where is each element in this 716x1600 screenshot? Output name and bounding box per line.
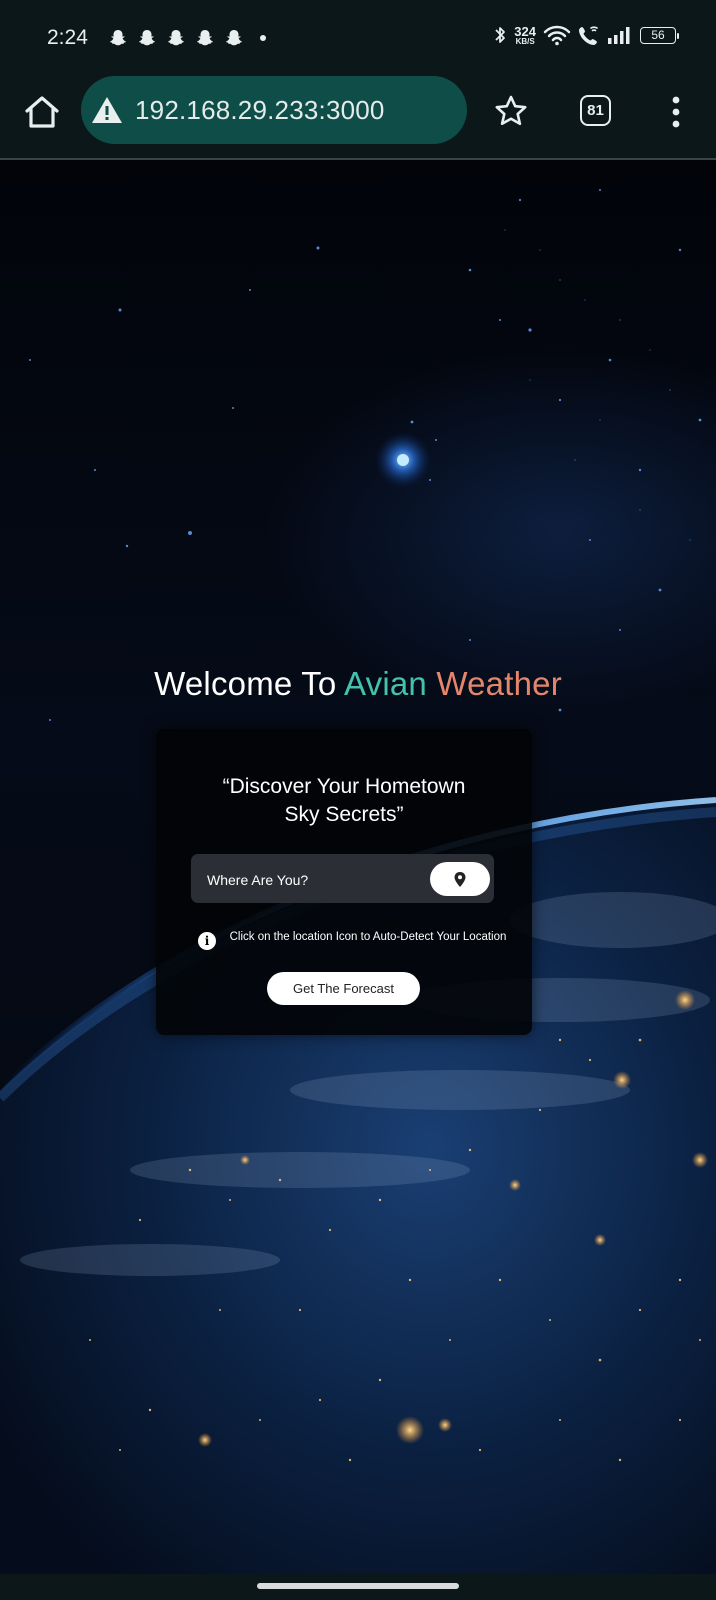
tagline-line-1: “Discover Your Hometown	[222, 775, 466, 798]
locate-button[interactable]	[430, 862, 490, 896]
overflow-menu-icon[interactable]	[666, 94, 686, 130]
warning-icon[interactable]	[91, 95, 123, 125]
tagline: “Discover Your Hometown Sky Secrets”	[186, 773, 502, 829]
wifi-icon	[543, 25, 571, 46]
browser-toolbar: 192.168.29.233:3000 81	[0, 70, 716, 160]
snapchat-icon	[226, 30, 242, 46]
title-avian: Avian	[344, 665, 427, 702]
location-pin-icon	[454, 871, 466, 887]
title-weather: Weather	[436, 665, 562, 702]
status-bar: 2:24 324 KB/S 56	[0, 0, 716, 70]
url-text[interactable]: 192.168.29.233:3000	[135, 95, 385, 126]
phone-screen: 2:24 324 KB/S 56 192.168.29.233:3000 81 …	[0, 0, 716, 1600]
info-icon: i	[198, 932, 216, 950]
info-hint: i Click on the location Icon to Auto-Det…	[198, 930, 506, 962]
gesture-handle[interactable]	[257, 1583, 459, 1589]
wifi-calling-icon	[579, 26, 598, 45]
forecast-card: “Discover Your Hometown Sky Secrets” i C…	[156, 729, 532, 1035]
status-time: 2:24	[47, 26, 88, 49]
location-input[interactable]	[205, 854, 429, 905]
bluetooth-icon	[495, 27, 506, 43]
home-icon[interactable]	[22, 92, 62, 132]
signal-icon	[608, 27, 630, 44]
snapchat-icon	[110, 30, 126, 46]
snapchat-icon	[168, 30, 184, 46]
notification-icons	[108, 28, 266, 48]
system-icons: 324 KB/S 56	[493, 24, 679, 46]
navigation-bar	[0, 1574, 716, 1600]
snapchat-icon	[139, 30, 155, 46]
web-page: Welcome To Avian Weather “Discover Your …	[0, 160, 716, 1574]
bookmark-star-icon[interactable]	[494, 94, 528, 128]
tab-count: 81	[587, 102, 604, 119]
page-title: Welcome To Avian Weather	[0, 665, 716, 703]
network-speed: 324 KB/S	[514, 25, 536, 46]
tab-switcher-button[interactable]: 81	[580, 95, 611, 126]
location-search-box	[191, 854, 494, 905]
address-bar[interactable]: 192.168.29.233:3000	[81, 76, 467, 144]
more-notifications-dot	[260, 35, 266, 41]
tagline-line-2: Sky Secrets”	[284, 803, 404, 826]
battery-level: 56	[651, 28, 665, 42]
snapchat-icon	[197, 30, 213, 46]
battery-indicator: 56	[640, 26, 679, 44]
network-speed-value: 324	[514, 23, 536, 39]
get-forecast-button[interactable]: Get The Forecast	[267, 972, 420, 1005]
info-text: Click on the location Icon to Auto-Detec…	[229, 931, 507, 943]
title-prefix: Welcome To	[154, 665, 337, 702]
network-speed-unit: KB/S	[515, 36, 535, 46]
